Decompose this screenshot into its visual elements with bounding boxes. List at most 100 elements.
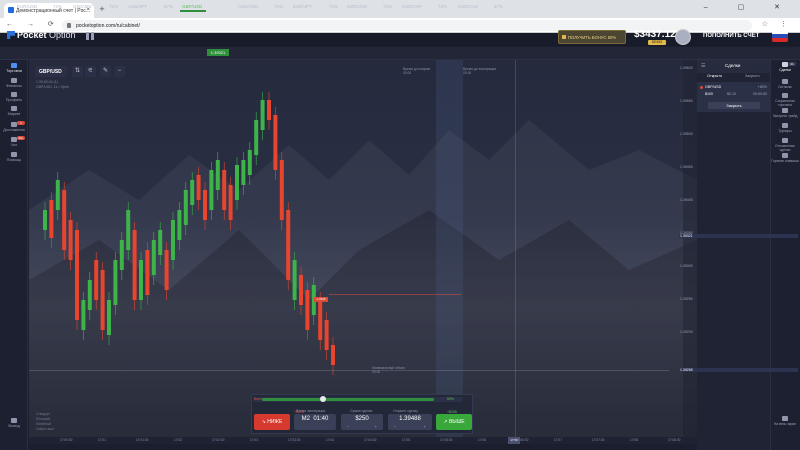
pair-name: GBP/USD bbox=[182, 4, 203, 9]
pair-tab[interactable]: USD/CHF 72% bbox=[402, 0, 447, 13]
symbol-info-2: GBP/USD, 1s • Open bbox=[36, 85, 70, 89]
time-tick: 17:07:30 bbox=[592, 438, 605, 442]
candle bbox=[126, 210, 131, 250]
time-tick: 17:01 bbox=[98, 438, 106, 442]
language-flag-icon[interactable] bbox=[772, 30, 788, 42]
pair-payout: 72% bbox=[329, 4, 339, 9]
sidebar-item-cart[interactable]: Маркет bbox=[0, 106, 28, 116]
sidebar-item-chart[interactable]: Торговля bbox=[0, 63, 28, 73]
new-tab-button[interactable]: + bbox=[97, 3, 107, 15]
candle bbox=[87, 280, 92, 310]
apps-grid-icon[interactable] bbox=[86, 32, 94, 40]
price-tick: 1.39500 bbox=[680, 132, 693, 136]
favicon-icon bbox=[8, 7, 14, 13]
expiration-time-field[interactable]: M2 01:40 bbox=[294, 414, 336, 430]
pair-tab[interactable]: USD/JPY 72% bbox=[73, 0, 118, 13]
tab-closed[interactable]: Закрыто bbox=[745, 74, 760, 78]
price-minus-button[interactable]: − bbox=[394, 424, 396, 429]
trade-pair: GBP/USD bbox=[705, 85, 722, 89]
time-tick: 17:06:30 bbox=[516, 438, 529, 442]
pair-tab[interactable]: NZD/USD 72% bbox=[347, 0, 392, 13]
pair-tab[interactable]: USD/CAD 67% bbox=[458, 0, 503, 13]
right-sidebar-item-signal[interactable]: Сигналы bbox=[770, 79, 800, 89]
price-plus-button[interactable]: + bbox=[424, 424, 426, 429]
logo-light: Option bbox=[49, 30, 76, 40]
candle bbox=[279, 160, 284, 220]
sidebar-item-user[interactable]: Профиль bbox=[0, 92, 28, 102]
price-tick: 1.39600 bbox=[680, 66, 693, 70]
logo[interactable]: Pocket Option bbox=[7, 30, 76, 40]
right-sidebar-item-pending[interactable]: Отложенные сделки bbox=[770, 138, 800, 152]
sidebar-item-trophy[interactable]: Достижения 1 bbox=[0, 121, 28, 132]
price-field[interactable]: 1.39488 − + bbox=[388, 414, 432, 430]
low-price-line bbox=[29, 370, 669, 371]
dollar-icon bbox=[11, 78, 17, 83]
account-type-badge[interactable]: DEMO bbox=[648, 40, 666, 45]
pair-payout: 72% bbox=[274, 4, 284, 9]
pair-tab[interactable]: EUR/JPY 72% bbox=[293, 0, 338, 13]
chart-area[interactable] bbox=[29, 60, 697, 442]
time-tick: 17:05 bbox=[402, 438, 410, 442]
pair-payout: 67% bbox=[494, 4, 504, 9]
buy-button[interactable]: ↗ ВЫШЕ bbox=[436, 414, 472, 430]
symbol-info: 1.39,83,04 (1) GBP/USD, 1s • Open bbox=[36, 80, 69, 90]
right-sidebar-item-hotkeys[interactable]: Горячие клавиши bbox=[770, 153, 800, 163]
drawing-button[interactable]: ✎ bbox=[100, 66, 111, 77]
indicators-button[interactable]: ⚟ bbox=[85, 66, 96, 77]
tab-open[interactable]: Открыто bbox=[707, 74, 722, 78]
right-sidebar-item-express[interactable]: Экспресс трейд bbox=[770, 108, 800, 118]
top-up-button[interactable]: ПОПОЛНИТЬ СЧЕТ bbox=[703, 33, 759, 39]
amount-field[interactable]: $250 − + bbox=[341, 414, 383, 430]
pair-tab[interactable]: GBP/USD bbox=[180, 0, 207, 13]
bonus-button[interactable]: ПОЛУЧИТЬ БОНУС 50% bbox=[558, 30, 626, 44]
candlestick-series bbox=[43, 92, 335, 375]
time-tick: 17:00:30 bbox=[60, 438, 73, 442]
open-trade-marker[interactable]: 1.3945 bbox=[314, 297, 328, 302]
candle bbox=[273, 115, 278, 170]
sidebar-item-chat[interactable]: Чат 99+ bbox=[0, 136, 28, 147]
avatar[interactable] bbox=[675, 29, 691, 45]
candle bbox=[43, 210, 47, 230]
candle bbox=[228, 185, 233, 220]
signal-icon bbox=[782, 79, 788, 84]
price-tick: 1.39200 bbox=[680, 330, 693, 334]
sidebar-item-help[interactable]: Помощь bbox=[0, 152, 28, 162]
balance[interactable]: $3437.12 bbox=[634, 29, 676, 40]
amount-minus-button[interactable]: − bbox=[347, 424, 349, 429]
time-tick: 17:06 bbox=[478, 438, 486, 442]
candle bbox=[75, 230, 79, 320]
close-trade-button[interactable]: Закрыть bbox=[708, 102, 760, 109]
chart-type-button[interactable]: ⇅ bbox=[72, 66, 83, 77]
window-controls[interactable]: – ▢ ✕ bbox=[704, 3, 794, 11]
express-icon bbox=[782, 108, 788, 113]
tournament-icon bbox=[782, 123, 788, 128]
price-tick: 1.39450 bbox=[680, 165, 693, 169]
url-bar-icons[interactable]: ☆ ⋮ bbox=[762, 20, 792, 28]
sidebar-item-dollar[interactable]: Финансы bbox=[0, 78, 28, 88]
fullscreen-button[interactable]: На весь экран bbox=[770, 416, 800, 426]
logout-button[interactable]: Выход bbox=[0, 418, 28, 428]
amount-plus-button[interactable]: + bbox=[375, 424, 377, 429]
zoom-out-button[interactable]: − bbox=[114, 66, 125, 77]
sell-button[interactable]: ↘ НИЖЕ bbox=[254, 414, 290, 430]
pair-tab[interactable]: EUR/USD 72% bbox=[17, 0, 62, 13]
time-tick: 17:08:30 bbox=[668, 438, 681, 442]
expiration-time-label: Время до экспирации 00:00 bbox=[463, 67, 496, 75]
candle bbox=[203, 190, 207, 220]
time-tick: 17:08 bbox=[630, 438, 638, 442]
right-sidebar-label: Сигналы bbox=[778, 85, 792, 89]
pair-payout: 72% bbox=[438, 4, 448, 9]
nav-buttons[interactable]: ← → ⟳ bbox=[6, 20, 60, 28]
right-sidebar bbox=[770, 60, 800, 450]
candle bbox=[254, 120, 259, 155]
candle bbox=[62, 190, 67, 250]
amount-caption: Сумма сделки bbox=[350, 409, 373, 413]
pair-tab[interactable]: AUD/USD 72% bbox=[238, 0, 283, 13]
pair-tab[interactable]: AUD/JPY 67% bbox=[128, 0, 173, 13]
trade-amount: $100 bbox=[705, 92, 713, 96]
symbol-selector[interactable]: GBP/USD bbox=[35, 66, 67, 77]
candle bbox=[113, 260, 118, 305]
time-mode[interactable]: M2 bbox=[302, 416, 310, 422]
right-sidebar-label: Горячие клавиши bbox=[771, 159, 799, 163]
chart-style-option[interactable]: Хайкен-аши bbox=[36, 427, 54, 432]
